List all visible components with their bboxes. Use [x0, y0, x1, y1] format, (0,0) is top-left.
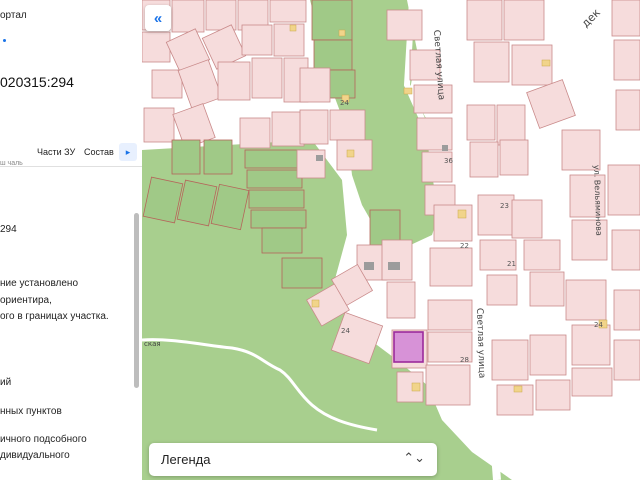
legend-label: Легенда	[161, 452, 211, 467]
watermark: ID	[562, 416, 581, 437]
cadastral-number: 020315:294	[0, 74, 74, 90]
house-number: 24	[594, 321, 603, 329]
legend-dropdown[interactable]: Легенда ⌃⌄	[149, 443, 437, 476]
parcel-number: 294	[0, 224, 17, 235]
category-line: ий	[0, 377, 12, 388]
panel-scrollbar-thumb[interactable]	[134, 213, 139, 388]
house-number: 24	[341, 327, 350, 335]
house-number: 22	[460, 242, 469, 250]
info-panel: ортал 020315:294 Части ЗУ Состав ▸ ш чал…	[0, 0, 143, 480]
location-line: ориентира,	[0, 295, 52, 306]
category-line: нных пунктов	[0, 406, 62, 417]
collapse-panel-button[interactable]: «	[145, 5, 171, 31]
cadastral-map[interactable]: ская Светлая улица Светлая улица ул. Вел…	[142, 0, 640, 480]
tab-zu-parts[interactable]: Части ЗУ	[37, 147, 75, 157]
house-number: 21	[507, 260, 516, 268]
location-line: ние установлено	[0, 278, 79, 289]
house-number: 28	[460, 356, 469, 364]
portal-link-dot	[3, 39, 6, 42]
chevron-updown-icon: ⌃⌄	[403, 450, 425, 465]
house-number: 36	[444, 157, 453, 165]
permitted-use-line: ичного подсобного	[0, 434, 87, 445]
permitted-use-line: дивидуального	[0, 450, 70, 461]
house-number: 24	[340, 99, 349, 107]
chevron-right-icon: ▸	[125, 146, 131, 157]
portal-title[interactable]: ортал	[0, 10, 27, 21]
river-label: ская	[144, 340, 161, 348]
tab-composition[interactable]: Состав	[84, 147, 114, 157]
tabs-divider	[0, 166, 142, 167]
location-line: ого в границах участка.	[0, 311, 109, 322]
double-chevron-left-icon: «	[153, 9, 163, 27]
tabs-next-button[interactable]: ▸	[119, 143, 137, 161]
house-number: 23	[500, 202, 509, 210]
selected-parcel[interactable]	[393, 331, 424, 363]
map-canvas[interactable]: ская Светлая улица Светлая улица ул. Вел…	[142, 0, 640, 480]
